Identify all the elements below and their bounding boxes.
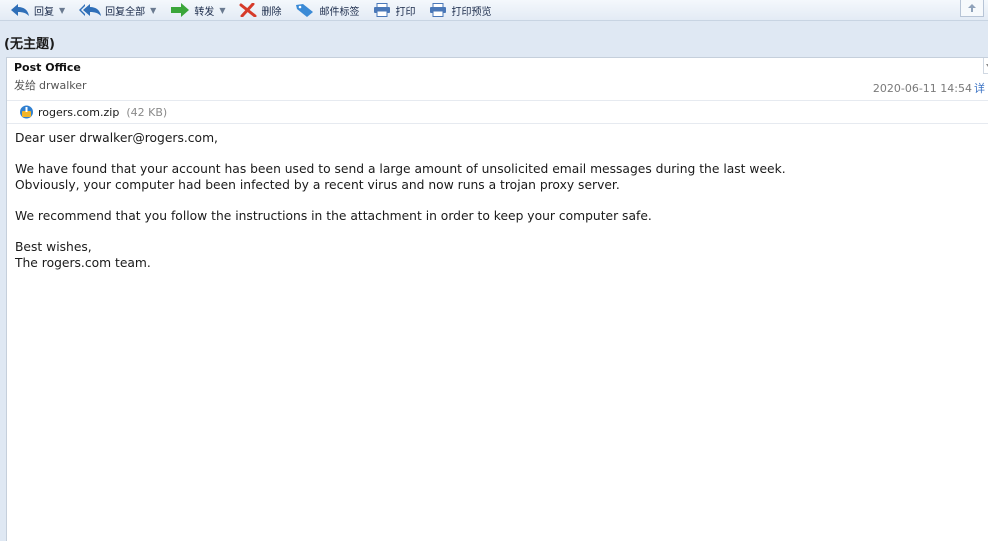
print-label: 打印 (395, 6, 416, 18)
print-preview-button[interactable]: 打印预览 (429, 1, 491, 19)
forward-button[interactable]: 转发 ▼ (170, 1, 225, 19)
delete-x-icon (239, 3, 257, 17)
body-signature: The rogers.com team. (15, 255, 151, 270)
reply-all-button[interactable]: 回复全部 ▼ (79, 1, 156, 19)
message-body: Dear user drwalker@rogers.com, We have f… (7, 124, 988, 271)
recipient-name[interactable]: drwalker (39, 79, 87, 92)
body-paragraph-1-line-1: We have found that your account has been… (15, 162, 786, 177)
attachment-name[interactable]: rogers.com.zip (38, 106, 119, 119)
printer-icon (374, 3, 391, 17)
print-preview-label: 打印预览 (451, 6, 492, 18)
reply-dropdown-icon[interactable]: ▼ (59, 6, 65, 15)
subject-bar: (无主题) (0, 29, 988, 55)
sender-name[interactable]: Post Office (14, 61, 988, 74)
body-signoff: Best wishes, The rogers.com team. (15, 240, 988, 271)
attachment-size: (42 KB) (126, 105, 168, 119)
to-label: 发给 (14, 79, 36, 92)
header-expand-icon[interactable] (983, 58, 988, 74)
forward-dropdown-icon[interactable]: ▼ (219, 6, 225, 15)
tag-icon (296, 4, 314, 17)
print-button[interactable]: 打印 (373, 1, 415, 19)
reply-all-dropdown-icon[interactable]: ▼ (150, 6, 156, 15)
body-paragraph-1: We have found that your account has been… (15, 162, 988, 193)
print-preview-icon (430, 3, 447, 17)
email-subject: (无主题) (4, 36, 55, 52)
details-link[interactable]: 详 (974, 82, 985, 95)
zip-file-icon (20, 105, 33, 119)
message-panel: Post Office 发给 drwalker 2020-06-11 14:54 详… (6, 57, 988, 541)
body-greeting: Dear user drwalker@rogers.com, (15, 131, 218, 145)
reply-button[interactable]: 回复 ▼ (10, 1, 65, 19)
forward-arrow-icon (171, 3, 190, 17)
mail-tag-button[interactable]: 邮件标签 (295, 1, 359, 19)
delete-label: 删除 (261, 6, 282, 18)
reply-all-label: 回复全部 (105, 6, 146, 18)
mail-tag-label: 邮件标签 (319, 6, 360, 18)
body-closing: Best wishes, (15, 240, 92, 255)
delete-button[interactable]: 删除 (239, 1, 281, 19)
arrow-up-icon (968, 4, 976, 12)
scroll-up-button[interactable] (960, 0, 984, 17)
reply-label: 回复 (34, 6, 54, 18)
forward-label: 转发 (194, 6, 215, 18)
attachment-bar: rogers.com.zip (42 KB) (7, 100, 988, 124)
body-paragraph-2: We recommend that you follow the instruc… (15, 208, 652, 223)
reply-icon (11, 4, 29, 16)
recipient-line: 发给 drwalker (14, 77, 988, 93)
reply-all-icon (79, 4, 102, 16)
body-paragraph-1-line-2: Obviously, your computer had been infect… (15, 177, 620, 192)
message-header: Post Office 发给 drwalker 2020-06-11 14:54 详 (7, 58, 988, 100)
message-date: 2020-06-11 14:54 详 (873, 80, 985, 96)
date-text: 2020-06-11 14:54 (872, 82, 972, 95)
toolbar: 回复 ▼ 回复全部 ▼ 转发 ▼ 删除 邮件标签 打印 打印预览 (0, 0, 988, 21)
